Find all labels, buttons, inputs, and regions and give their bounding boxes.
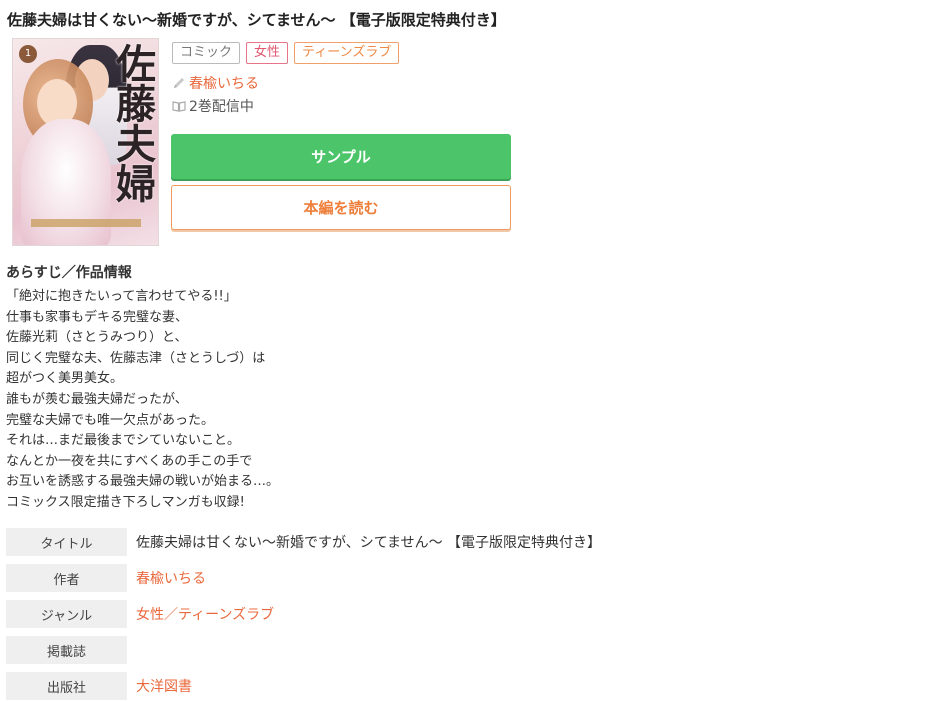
- info-label-author: 作者: [6, 564, 127, 592]
- info-label-magazine: 掲載誌: [6, 636, 127, 664]
- synopsis-line: 仕事も家事もデキる完璧な妻、: [6, 309, 189, 325]
- synopsis-line: 完璧な夫婦でも唯一欠点があった。: [6, 412, 215, 428]
- synopsis-line: お互いを誘惑する最強夫婦の戦いが始まる…。: [6, 474, 280, 490]
- read-button[interactable]: 本編を読む: [171, 185, 511, 230]
- synopsis-heading: あらすじ／作品情報: [6, 265, 132, 281]
- synopsis-line: 超がつく美男美女。: [6, 371, 124, 387]
- volume-row: 2巻配信中: [172, 96, 254, 116]
- info-row-publisher: 出版社 大洋図書: [6, 672, 192, 700]
- book-icon: [172, 101, 186, 112]
- synopsis-line: 同じく完璧な夫、佐藤志津（さとうしづ）は: [6, 350, 266, 366]
- tag-female[interactable]: 女性: [246, 42, 289, 64]
- synopsis-line: 「絶対に抱きたいって言わせてやる!!」: [6, 289, 237, 304]
- info-value-author[interactable]: 春楡いちる: [136, 568, 206, 588]
- cover-title-text: 佐藤夫婦: [109, 43, 156, 203]
- synopsis-line: コミックス限定描き下ろしマンガも収録!: [6, 494, 245, 510]
- synopsis-line: なんとか一夜を共にすべくあの手この手で: [6, 453, 253, 469]
- cover-ribbon: [31, 219, 141, 227]
- info-row-title: タイトル 佐藤夫婦は甘くない〜新婚ですが、シてません〜 【電子版限定特典付き】: [6, 528, 601, 556]
- tag-teens-love[interactable]: ティーンズラブ: [294, 42, 400, 64]
- info-value-genre[interactable]: 女性／ティーンズラブ: [136, 604, 274, 624]
- info-value-title: 佐藤夫婦は甘くない〜新婚ですが、シてません〜 【電子版限定特典付き】: [136, 535, 602, 551]
- author-link[interactable]: 春楡いちる: [189, 73, 259, 93]
- pen-icon: [174, 78, 184, 88]
- sample-button[interactable]: サンプル: [171, 134, 511, 179]
- tag-list: コミック 女性 ティーンズラブ: [172, 42, 400, 64]
- synopsis-text: 「絶対に抱きたいって言わせてやる!!」 仕事も家事もデキる完璧な妻、 佐藤光莉（…: [6, 287, 279, 514]
- page-title: 佐藤夫婦は甘くない〜新婚ですが、シてません〜 【電子版限定特典付き】: [7, 11, 506, 29]
- info-label-publisher: 出版社: [6, 672, 127, 700]
- info-row-author: 作者 春楡いちる: [6, 564, 206, 592]
- author-row: 春楡いちる: [172, 73, 259, 93]
- synopsis-line: 誰もが羨む最強夫婦だったが、: [6, 391, 188, 407]
- volume-count: 2巻配信中: [189, 99, 254, 115]
- info-row-magazine: 掲載誌: [6, 636, 136, 664]
- info-row-genre: ジャンル 女性／ティーンズラブ: [6, 600, 274, 628]
- info-value-publisher[interactable]: 大洋図書: [136, 676, 192, 696]
- synopsis-line: それは…まだ最後までシていないこと。: [6, 433, 241, 449]
- synopsis-line: 佐藤光莉（さとうみつり）と、: [6, 330, 188, 346]
- info-label-title: タイトル: [6, 528, 127, 556]
- cover-image[interactable]: 1 佐藤夫婦: [12, 38, 159, 246]
- tag-comic[interactable]: コミック: [172, 42, 241, 64]
- cover-volume-badge: 1: [19, 45, 37, 63]
- info-label-genre: ジャンル: [6, 600, 127, 628]
